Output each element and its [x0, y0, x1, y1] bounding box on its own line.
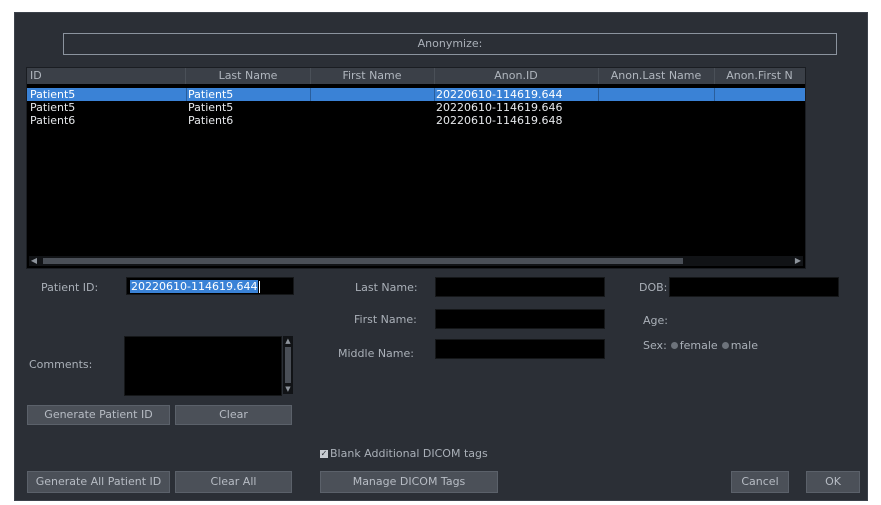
manage-dicom-tags-button[interactable]: Manage DICOM Tags [320, 471, 498, 493]
sex-label: Sex: [643, 339, 667, 352]
cancel-button[interactable]: Cancel [731, 471, 789, 493]
dob-label: DOB: [639, 281, 668, 294]
table-header: ID Last Name First Name Anon.ID Anon.Las… [27, 68, 805, 84]
sex-male-label: male [730, 339, 758, 352]
last-name-input[interactable] [435, 277, 605, 297]
middle-name-input[interactable] [435, 339, 605, 359]
generate-all-patient-id-button[interactable]: Generate All Patient ID [27, 471, 170, 493]
comments-textarea[interactable] [124, 336, 282, 396]
cell-last-name: Patient5 [188, 88, 234, 101]
sex-female-label: female [679, 339, 718, 352]
dob-input[interactable] [669, 277, 839, 297]
column-header-anon-last-name[interactable]: Anon.Last Name [598, 68, 715, 84]
column-header-id[interactable]: ID [27, 68, 186, 84]
checkbox-checked-icon[interactable]: ✓ [320, 449, 328, 458]
patient-id-input[interactable]: 20220610-114619.644 [126, 277, 294, 295]
patient-id-label: Patient ID: [41, 281, 99, 294]
cell-anon-id: 20220610-114619.646 [436, 101, 563, 114]
column-header-first-name[interactable]: First Name [310, 68, 435, 84]
radio-female-icon[interactable] [670, 342, 678, 349]
column-header-anon-id[interactable]: Anon.ID [434, 68, 599, 84]
horizontal-scrollbar[interactable]: ◀ ▶ [29, 256, 803, 266]
cell-id: Patient5 [30, 88, 76, 101]
blank-dicom-label: Blank Additional DICOM tags [330, 447, 488, 460]
scroll-down-icon[interactable]: ▼ [283, 384, 293, 394]
scroll-left-icon[interactable]: ◀ [29, 256, 39, 266]
scroll-right-icon[interactable]: ▶ [793, 256, 803, 266]
cell-id: Patient6 [30, 114, 76, 127]
comments-scroll-thumb[interactable] [285, 347, 291, 383]
comments-scrollbar[interactable]: ▲ ▼ [283, 336, 293, 394]
sex-male-option[interactable]: male [721, 339, 758, 352]
cell-last-name: Patient6 [188, 114, 234, 127]
clear-button[interactable]: Clear [175, 405, 292, 425]
scroll-up-icon[interactable]: ▲ [283, 336, 293, 346]
table-row[interactable]: Patient6 Patient6 20220610-114619.648 [27, 114, 805, 127]
sex-group: Sex: female male [643, 339, 758, 352]
anonymize-dialog: Anonymize: ID Last Name First Name Anon.… [14, 12, 868, 501]
blank-dicom-option[interactable]: ✓ Blank Additional DICOM tags [320, 447, 488, 460]
comments-label: Comments: [29, 358, 93, 371]
cell-last-name: Patient5 [188, 101, 234, 114]
table-row[interactable]: Patient5 Patient5 20220610-114619.646 [27, 101, 805, 114]
patient-id-value: 20220610-114619.644 [130, 280, 259, 293]
dialog-title: Anonymize: [63, 33, 837, 55]
middle-name-label: Middle Name: [338, 347, 414, 360]
patient-table[interactable]: ID Last Name First Name Anon.ID Anon.Las… [26, 67, 806, 269]
column-header-last-name[interactable]: Last Name [186, 68, 311, 84]
cell-anon-id: 20220610-114619.648 [436, 114, 563, 127]
first-name-label: First Name: [354, 313, 417, 326]
age-label: Age: [643, 314, 668, 327]
first-name-input[interactable] [435, 309, 605, 329]
scrollbar-thumb[interactable] [43, 258, 683, 264]
clear-all-button[interactable]: Clear All [175, 471, 292, 493]
table-row[interactable]: Patient5 Patient5 20220610-114619.644 [27, 88, 805, 101]
cell-anon-id: 20220610-114619.644 [436, 88, 563, 101]
cell-id: Patient5 [30, 101, 76, 114]
sex-female-option[interactable]: female [670, 339, 718, 352]
radio-male-icon[interactable] [721, 342, 729, 349]
ok-button[interactable]: OK [806, 471, 860, 493]
column-header-anon-first-name[interactable]: Anon.First N [714, 68, 805, 84]
last-name-label: Last Name: [355, 281, 418, 294]
generate-patient-id-button[interactable]: Generate Patient ID [27, 405, 170, 425]
